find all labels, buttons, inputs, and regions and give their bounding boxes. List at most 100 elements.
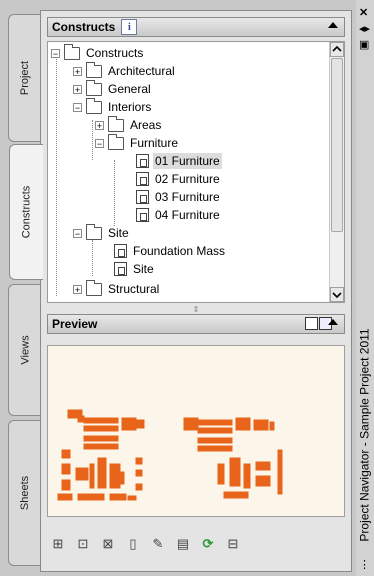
clipboard-icon: ▯ (129, 536, 137, 551)
constructs-tree: − Constructs + Architectural + General − Int… (47, 41, 345, 303)
tree-label: Site (108, 226, 129, 240)
vertical-tab-strip: Project Constructs Views Sheets (8, 14, 43, 570)
tree-row-areas[interactable]: + Areas (95, 115, 163, 134)
tab-sheets[interactable]: Sheets (8, 420, 42, 566)
tab-views[interactable]: Views (8, 284, 42, 416)
refresh-button[interactable]: ⟳ (197, 533, 219, 555)
expand-node-icon[interactable]: + (73, 84, 82, 94)
tree-guide-line (114, 160, 115, 226)
close-icon[interactable]: ✕ (359, 6, 368, 19)
properties-icon: ▤ (176, 536, 190, 551)
scroll-up-button[interactable] (330, 42, 344, 57)
folder-add-icon: ⊞ (52, 536, 64, 551)
tree-label: Site (133, 262, 154, 276)
xref-button[interactable]: ✎ (147, 533, 169, 555)
palette-title: Project Navigator - Sample Project 2011 (354, 300, 374, 570)
construct-icon (136, 154, 149, 168)
tree-row-02-furniture[interactable]: 02 Furniture (136, 170, 222, 188)
paste-button[interactable]: ▯ (122, 533, 144, 555)
tree-row-architectural[interactable]: + Architectural (73, 61, 177, 80)
collapse-node-icon[interactable]: − (73, 102, 82, 112)
expand-node-icon[interactable]: + (73, 66, 82, 76)
tab-label: Views (19, 335, 32, 365)
construct-icon (136, 208, 149, 222)
palette-title-bar: ✕ ◂▸ ▣ Project Navigator - Sample Projec… (356, 0, 374, 576)
tree-guide-line (92, 240, 93, 276)
properties-button[interactable]: ▤ (172, 533, 194, 555)
folder-open-icon (86, 97, 102, 114)
grip-icon: ⋮ (359, 559, 370, 571)
collapse-node-icon[interactable]: − (51, 48, 60, 58)
collapse-node-icon[interactable]: − (73, 228, 82, 238)
tree-label: Structural (108, 282, 160, 296)
tab-project[interactable]: Project (8, 14, 42, 142)
preview-panel-header: Preview (47, 314, 345, 334)
construct-icon (114, 244, 127, 258)
folder-open-icon (108, 133, 124, 150)
folder-icon (86, 79, 102, 96)
add-construct-button[interactable]: ⊡ (72, 533, 94, 555)
tree-label: Constructs (86, 46, 144, 60)
tree-label: Foundation Mass (133, 244, 226, 258)
collapse-node-icon[interactable]: − (95, 138, 104, 148)
auto-hide-icon[interactable]: ◂▸ (359, 22, 370, 35)
tree-row-interiors[interactable]: − Interiors (73, 97, 153, 116)
repath-button[interactable]: ⊟ (222, 533, 244, 555)
chevron-up-icon (332, 45, 342, 52)
folder-icon (86, 279, 102, 296)
tree-row-04-furniture[interactable]: 04 Furniture (136, 206, 222, 224)
tree-scrollbar[interactable] (329, 42, 344, 302)
expand-node-icon[interactable]: + (95, 120, 104, 130)
tab-constructs[interactable]: Constructs (9, 144, 43, 280)
tree-row-03-furniture[interactable]: 03 Furniture (136, 188, 222, 206)
scroll-thumb[interactable] (331, 58, 343, 232)
panel-splitter[interactable]: ⇕ (191, 305, 201, 314)
chevron-down-icon (332, 292, 342, 299)
tree-label: 01 Furniture (153, 153, 222, 169)
add-category-button[interactable]: ⊞ (47, 533, 69, 555)
properties-menu-icon[interactable]: ▣ (359, 38, 369, 51)
tree-row-general[interactable]: + General (73, 79, 153, 98)
repath-icon: ⊟ (227, 536, 239, 551)
tree-row-furniture[interactable]: − Furniture (95, 133, 180, 152)
info-icon[interactable]: i (121, 19, 138, 35)
xref-icon: ✎ (152, 536, 164, 551)
tree-label: Interiors (108, 100, 152, 114)
element-add-icon: ⊠ (102, 536, 114, 551)
tree-label: 04 Furniture (155, 208, 220, 222)
palette-title-text: Project Navigator - Sample Project 2011 (358, 328, 372, 542)
tab-label: Project (19, 60, 32, 96)
collapse-icon[interactable] (328, 22, 338, 28)
preview-area (47, 345, 345, 517)
tree-row-constructs[interactable]: − Constructs (51, 43, 145, 62)
tree-row-site-folder[interactable]: − Site (73, 223, 131, 242)
folder-icon (108, 115, 124, 132)
tree-row-01-furniture[interactable]: 01 Furniture (136, 152, 222, 170)
tree-row-site[interactable]: Site (114, 260, 156, 278)
constructs-panel-header: Constructs i (47, 17, 345, 37)
tree-label: 03 Furniture (155, 190, 220, 204)
furniture-plan-preview-image (57, 409, 283, 501)
scroll-down-button[interactable] (330, 287, 344, 302)
construct-icon (136, 172, 149, 186)
constructs-tab-content: Constructs i − Constructs + Architectural … (40, 10, 352, 572)
tab-label: Constructs (20, 185, 33, 239)
tree-row-structural[interactable]: + Structural (73, 279, 161, 298)
collapse-icon[interactable] (328, 319, 338, 325)
preview-panel-title: Preview (52, 317, 98, 331)
add-element-button[interactable]: ⊠ (97, 533, 119, 555)
construct-icon (114, 262, 127, 276)
refresh-icon: ⟳ (202, 536, 214, 551)
construct-add-icon: ⊡ (77, 536, 89, 551)
tree-row-foundation-mass[interactable]: Foundation Mass (114, 242, 227, 260)
constructs-panel-title: Constructs (52, 20, 116, 34)
folder-open-icon (86, 223, 102, 240)
tab-label: Sheets (19, 475, 32, 511)
preview-mode-icon[interactable] (305, 317, 318, 330)
tree-label: Areas (130, 118, 162, 132)
expand-node-icon[interactable]: + (73, 284, 82, 294)
constructs-toolbar: ⊞ ⊡ ⊠ ▯ ✎ ▤ ⟳ ⊟ (47, 533, 244, 559)
tree-guide-line (92, 120, 93, 160)
tree-label: Architectural (108, 64, 175, 78)
project-navigator-palette: Project Constructs Views Sheets Construc… (0, 0, 374, 576)
